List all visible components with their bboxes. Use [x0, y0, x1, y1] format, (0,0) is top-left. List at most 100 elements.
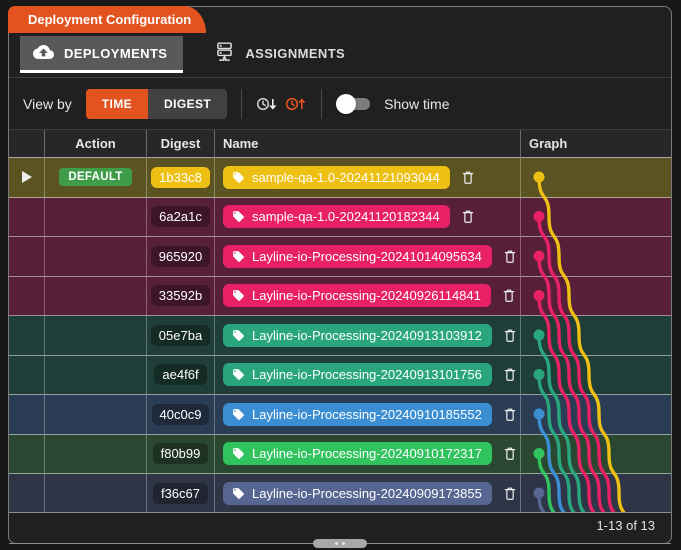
divider — [321, 88, 323, 119]
action-cell: DEFAULT — [45, 158, 147, 198]
tab-bar: DEPLOYMENTS ASSIGNMENTS — [9, 36, 671, 78]
view-by-time-button[interactable]: TIME — [85, 88, 149, 119]
name-tag-badge[interactable]: sample-qa-1.0-20241121093044 — [223, 165, 450, 189]
column-header-digest: Digest — [147, 130, 215, 158]
name-tag-label: Layline-io-Processing-20240913103912 — [252, 327, 482, 343]
table-header: Action Digest Name Graph — [9, 130, 671, 158]
delete-button[interactable] — [502, 485, 518, 502]
action-cell — [45, 355, 147, 395]
row-marker-cell — [9, 316, 45, 356]
name-tag-badge[interactable]: Layline-io-Processing-20240913101756 — [223, 363, 492, 387]
tag-icon — [232, 487, 245, 500]
name-tag-badge[interactable]: Layline-io-Processing-20240910172317 — [223, 442, 492, 466]
delete-button[interactable] — [502, 327, 518, 344]
resize-handle[interactable] — [313, 539, 367, 548]
default-badge: DEFAULT — [59, 168, 132, 187]
row-marker-cell — [9, 395, 45, 435]
expand-row-icon[interactable] — [21, 170, 33, 184]
digest-badge: f80b99 — [152, 443, 209, 465]
name-cell: Layline-io-Processing-20240909173855 — [215, 474, 521, 512]
tag-icon — [232, 171, 245, 184]
delete-button[interactable] — [460, 208, 476, 225]
name-cell: Layline-io-Processing-20241014095634 — [215, 237, 521, 277]
name-tag-badge[interactable]: Layline-io-Processing-20240913103912 — [223, 323, 492, 347]
delete-button[interactable] — [501, 287, 517, 304]
tab-deployments[interactable]: DEPLOYMENTS — [20, 36, 184, 73]
tag-icon — [232, 447, 245, 460]
graph-cell — [521, 277, 671, 316]
title-row: Deployment Configuration — [8, 6, 671, 36]
tab-deployments-label: DEPLOYMENTS — [64, 45, 168, 61]
server-rack-icon — [214, 41, 235, 65]
name-tag-badge[interactable]: sample-qa-1.0-20241120182344 — [223, 205, 450, 229]
table-row[interactable]: 40c0c9 Layline-io-Processing-202409101855… — [9, 395, 671, 435]
table-footer: 1-13 of 13 — [9, 512, 671, 538]
digest-cell: f36c67 — [147, 474, 215, 512]
digest-badge: 1b33c8 — [151, 166, 210, 188]
table-row[interactable]: f36c67 Layline-io-Processing-202409091738… — [9, 474, 671, 512]
digest-cell: f80b99 — [147, 434, 215, 474]
panel-title: Deployment Configuration — [8, 6, 206, 33]
divider — [241, 88, 243, 119]
tag-icon — [232, 250, 245, 263]
delete-button[interactable] — [502, 366, 518, 383]
row-marker-cell — [9, 434, 45, 474]
table-row[interactable]: 6a2a1c sample-qa-1.0-20241120182344 — [9, 197, 671, 237]
digest-cell: ae4f6f — [147, 355, 215, 395]
table-row[interactable]: 965920 Layline-io-Processing-202410140956… — [9, 237, 671, 277]
toggle-knob — [336, 93, 357, 114]
column-header-graph: Graph — [521, 130, 671, 158]
digest-cell: 1b33c8 — [147, 158, 215, 198]
clock-sort-asc-icon[interactable] — [285, 95, 307, 113]
cloud-upload-icon — [33, 44, 54, 63]
name-cell: Layline-io-Processing-20240910185552 — [215, 395, 521, 435]
name-cell: Layline-io-Processing-20240913103912 — [215, 316, 521, 356]
row-marker-cell — [9, 237, 45, 277]
action-cell — [45, 474, 147, 512]
action-cell — [45, 237, 147, 277]
graph-cell — [521, 435, 671, 474]
deployment-configuration-panel: Deployment Configuration DEPLOYMENTS ASS… — [8, 6, 672, 548]
action-cell — [45, 395, 147, 435]
row-marker-cell — [9, 474, 45, 512]
name-tag-badge[interactable]: Layline-io-Processing-20240910185552 — [223, 402, 492, 426]
name-tag-label: Layline-io-Processing-20240913101756 — [252, 367, 482, 383]
column-header-action: Action — [45, 130, 147, 158]
pagination-range-label: 1-13 of 13 — [596, 518, 655, 533]
name-tag-badge[interactable]: Layline-io-Processing-20241014095634 — [223, 244, 492, 268]
table-row[interactable]: 33592b Layline-io-Processing-202409261148… — [9, 276, 671, 316]
name-tag-label: sample-qa-1.0-20241121093044 — [252, 169, 440, 185]
table-row[interactable]: DEFAULT 1b33c8 sample-qa-1.0-2024112109304… — [9, 158, 671, 198]
delete-button[interactable] — [502, 248, 518, 265]
table-row[interactable]: 05e7ba Layline-io-Processing-202409131039… — [9, 316, 671, 356]
graph-cell — [521, 316, 671, 356]
column-header-name: Name — [215, 130, 521, 158]
digest-cell: 965920 — [147, 237, 215, 277]
delete-button[interactable] — [502, 445, 518, 462]
action-cell — [45, 434, 147, 474]
clock-sort-desc-icon[interactable] — [256, 95, 278, 113]
tag-icon — [232, 408, 245, 421]
show-time-toggle[interactable] — [336, 93, 372, 114]
name-tag-badge[interactable]: Layline-io-Processing-20240909173855 — [223, 481, 492, 505]
graph-cell — [521, 474, 671, 512]
name-cell: Layline-io-Processing-20240910172317 — [215, 434, 521, 474]
tag-icon — [232, 368, 245, 381]
row-marker-cell — [9, 276, 45, 316]
name-tag-badge[interactable]: Layline-io-Processing-20240926114841 — [223, 284, 491, 308]
digest-badge: ae4f6f — [154, 364, 207, 386]
digest-badge: 965920 — [150, 245, 211, 267]
handle-row — [9, 538, 671, 550]
name-cell: sample-qa-1.0-20241120182344 — [215, 197, 521, 237]
table-row[interactable]: ae4f6f Layline-io-Processing-202409131017… — [9, 355, 671, 395]
digest-badge: 33592b — [150, 285, 211, 307]
name-tag-label: Layline-io-Processing-20240910172317 — [252, 446, 482, 462]
delete-button[interactable] — [460, 169, 476, 186]
tag-icon — [232, 210, 245, 223]
name-tag-label: Layline-io-Processing-20241014095634 — [252, 248, 482, 264]
view-by-digest-button[interactable]: DIGEST — [148, 88, 228, 119]
delete-button[interactable] — [502, 406, 518, 423]
tab-assignments[interactable]: ASSIGNMENTS — [201, 36, 361, 73]
table-row[interactable]: f80b99 Layline-io-Processing-202409101723… — [9, 434, 671, 474]
action-cell — [45, 276, 147, 316]
